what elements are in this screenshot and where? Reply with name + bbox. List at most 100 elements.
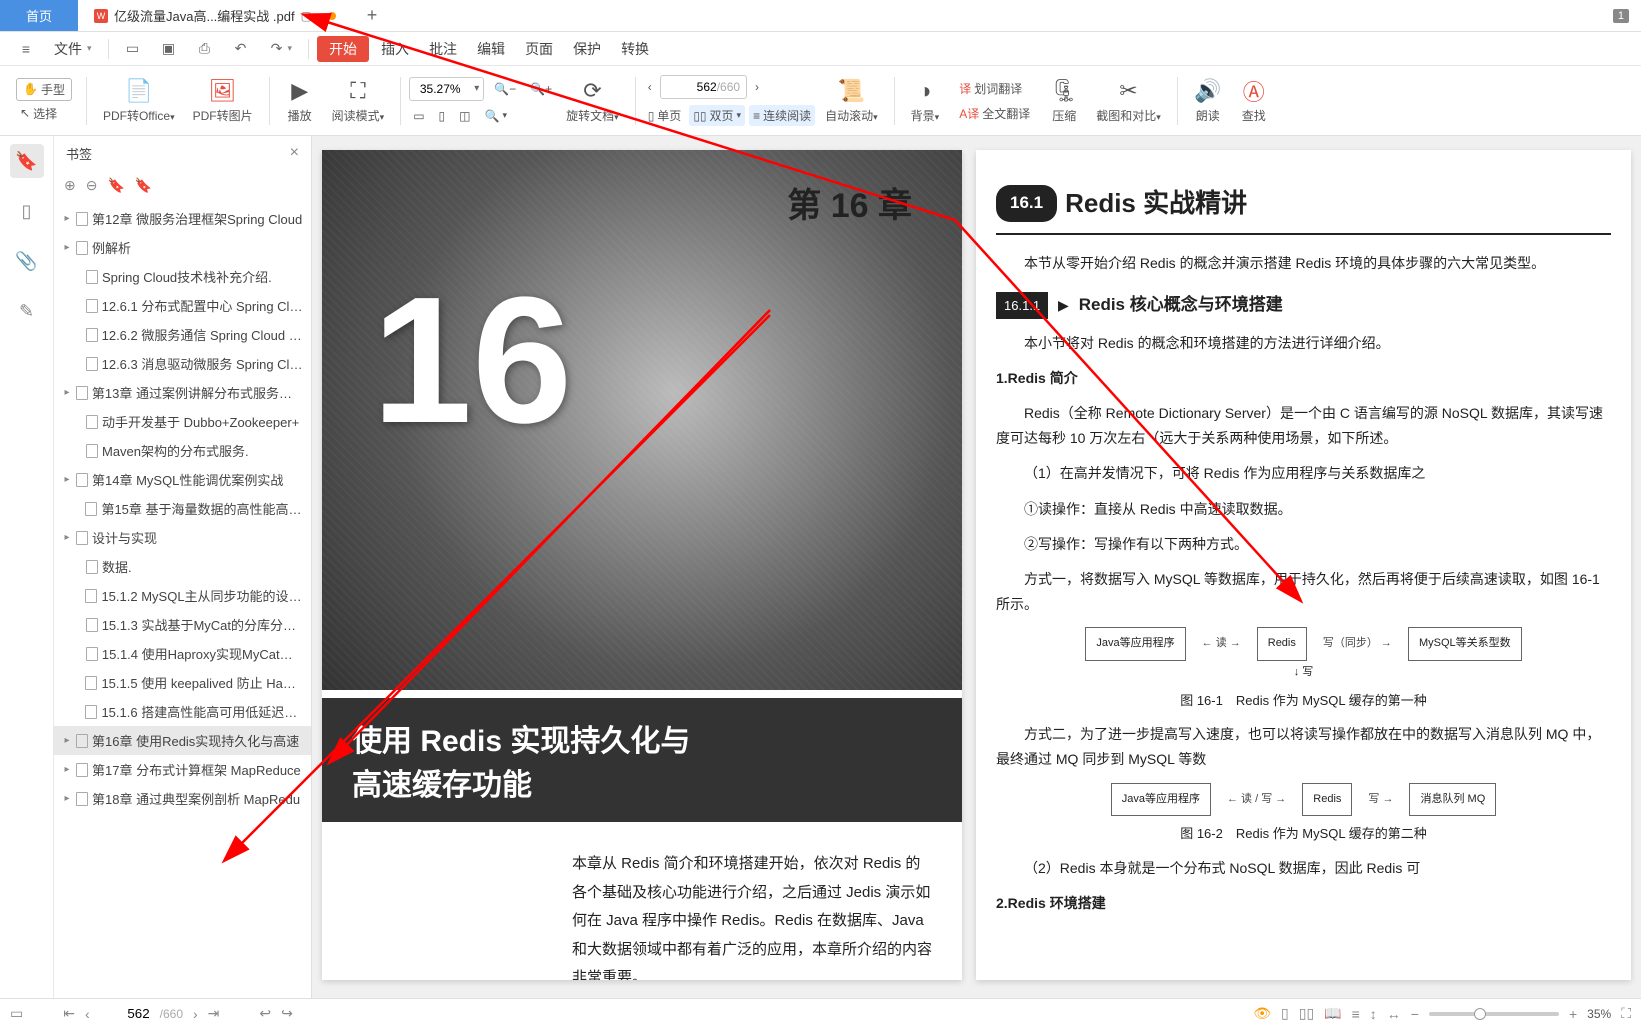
caret-icon[interactable]: ▸ [62,387,72,398]
bookmark-item[interactable]: 数据. [54,552,311,581]
hand-tool[interactable]: ✋手型 [16,78,72,101]
fullscreen-icon[interactable]: ⛶ [1621,1005,1631,1022]
caret-icon[interactable]: ▸ [62,213,72,224]
bookmark-item[interactable]: Maven架构的分布式服务. [54,436,311,465]
zoom-out-btm[interactable]: − [1411,1006,1419,1022]
bookmark-item[interactable]: ▸设计与实现 [54,523,311,552]
caret-icon[interactable]: ▸ [62,764,72,775]
zoom-tool[interactable]: 🔍▾ [481,107,511,125]
fit-v-icon[interactable]: ↕ [1370,1006,1377,1022]
bookmark-item[interactable]: 15.1.4 使用Haproxy实现MyCat的高 [54,639,311,668]
document-viewer[interactable]: 16 第 16 章 使用 Redis 实现持久化与 高速缓存功能 本章从 Red… [312,136,1641,998]
view-single-icon[interactable]: ▯ [1281,1005,1289,1022]
next-page-icon[interactable]: › [193,1006,198,1022]
last-page-icon[interactable]: ⇥ [208,1005,220,1022]
undo-btn[interactable]: ↶ [225,37,257,61]
menu-start[interactable]: 开始 [317,36,369,62]
add-bookmark-icon[interactable]: ⊕ [64,177,76,194]
menu-file[interactable]: 文件▾ [46,35,100,63]
attachment-rail-icon[interactable]: 📎 [10,244,44,278]
bookmark-item[interactable]: ▸第16章 使用Redis实现持久化与高速 [54,726,311,755]
pdf-to-image[interactable]: 🖼 PDF转图片 [185,73,261,128]
play-btn[interactable]: ▶ 播放 [278,73,322,128]
view-continuous[interactable]: ≡连续阅读 [749,105,815,126]
prev-page-icon[interactable]: ‹ [85,1006,90,1022]
fit-width[interactable]: ▯ [435,107,450,125]
menu-hamburger[interactable]: ≡ [10,37,42,61]
screenshot-btn[interactable]: ✂ 截图和对比▾ [1088,73,1169,128]
zoom-slider[interactable] [1429,1012,1559,1016]
forward-nav-icon[interactable]: ↪ [281,1005,293,1022]
fit-actual[interactable]: ◫ [455,107,474,125]
open-icon-btn[interactable]: ▭ [117,37,149,61]
fit-page[interactable]: ▭ [409,107,428,125]
view-double-icon[interactable]: ▯▯ [1299,1005,1314,1022]
rotate-btn[interactable]: ⟳ 旋转文档▾ [558,73,627,128]
tab-add[interactable]: + [352,0,392,31]
page-input-bottom[interactable] [100,1006,150,1021]
view-cont-icon[interactable]: ≡ [1352,1006,1360,1022]
bookmark-item[interactable]: 第15章 基于海量数据的高性能高可用 [54,494,311,523]
menu-convert[interactable]: 转换 [613,35,657,63]
redo-btn[interactable]: ↷▾ [261,37,301,61]
zoom-field[interactable] [410,82,470,96]
view-single[interactable]: ▯单页 [644,105,686,126]
fit-h-icon[interactable]: ↔ [1387,1006,1401,1022]
slider-thumb[interactable] [1474,1008,1486,1020]
caret-icon[interactable]: ▸ [62,532,72,543]
caret-icon[interactable]: ▸ [62,474,72,485]
menu-protect[interactable]: 保护 [565,35,609,63]
tab-home[interactable]: 首页 [0,0,78,31]
bookmark-item[interactable]: 15.1.6 搭建高性能高可用低延迟的My [54,697,311,726]
bookmark-item[interactable]: 15.1.5 使用 keepalived 防止 Haproxy [54,668,311,697]
signature-rail-icon[interactable]: ✎ [10,294,44,328]
menu-insert[interactable]: 插入 [373,35,417,63]
bookmark-item[interactable]: 15.1.3 实战基于MyCat的分库分表与 [54,610,311,639]
prev-page[interactable]: ‹ [644,78,656,96]
compress-btn[interactable]: 🗜 压缩 [1042,73,1086,128]
word-translate[interactable]: 译划词翻译 [955,78,1034,99]
page-input[interactable] [667,80,717,94]
bookmark-item[interactable]: 12.6.2 微服务通信 Spring Cloud Bus [54,320,311,349]
bookmark-item[interactable]: ▸第14章 MySQL性能调优案例实战 [54,465,311,494]
bookmark-item[interactable]: 15.1.2 MySQL主从同步功能的设计与 [54,581,311,610]
pdf-to-office[interactable]: 📄 PDF转Office▾ [95,73,183,128]
thumbnail-rail-icon[interactable]: ▯ [10,194,44,228]
find-btn[interactable]: Ⓐ 查找 [1232,73,1276,128]
bookmark-item[interactable]: ▸第13章 通过案例讲解分布式服务框架 [54,378,311,407]
zoom-input[interactable]: ▾ [409,77,484,101]
panel-toggle-icon[interactable]: ▭ [10,1005,23,1022]
background-btn[interactable]: ◑ 背景▾ [903,73,948,128]
bookmark-item[interactable]: ▸第17章 分布式计算框架 MapReduce [54,755,311,784]
save-icon-btn[interactable]: ▣ [153,37,185,61]
bookmark-item[interactable]: ▸例解析 [54,233,311,262]
chevron-down-icon[interactable]: ▾ [470,83,483,94]
bookmark-item[interactable]: 12.6.3 消息驱动微服务 Spring Cloud [54,349,311,378]
autoscroll-btn[interactable]: 📜 自动滚动▾ [817,73,886,128]
full-translate[interactable]: A译全文翻译 [955,103,1034,124]
read-mode-btn[interactable]: ⛶ 阅读模式▾ [324,73,393,128]
view-double[interactable]: ▯▯双页▾ [689,105,745,126]
menu-edit[interactable]: 编辑 [469,35,513,63]
tab-file[interactable]: W 亿级流量Java高...编程实战 .pdf ▢ [78,0,352,31]
eye-icon[interactable]: 👁 [1253,1005,1271,1022]
zoom-in-btm[interactable]: + [1569,1006,1577,1022]
bookmark-rail-icon[interactable]: 🔖 [10,144,44,178]
back-nav-icon[interactable]: ↩ [259,1005,271,1022]
view-book-icon[interactable]: 📖 [1324,1005,1341,1022]
bookmark-item[interactable]: ▸第18章 通过典型案例剖析 MapRedu [54,784,311,813]
read-aloud-btn[interactable]: 🔊 朗读 [1186,73,1230,128]
zoom-in[interactable]: 🔍+ [526,80,556,98]
bookmark-item[interactable]: 12.6.1 分布式配置中心 Spring Cloud [54,291,311,320]
remove-bookmark-icon[interactable]: ⊖ [86,177,98,194]
bookmark-item[interactable]: Spring Cloud技术栈补充介绍. [54,262,311,291]
bookmark-tool-icon[interactable]: 🔖 [107,177,124,194]
menu-annotate[interactable]: 批注 [421,35,465,63]
caret-icon[interactable]: ▸ [62,242,72,253]
zoom-out[interactable]: 🔍− [490,80,520,98]
bookmark-item[interactable]: 动手开发基于 Dubbo+Zookeeper+ [54,407,311,436]
bookmark-item[interactable]: ▸第12章 微服务治理框架Spring Cloud [54,204,311,233]
close-icon[interactable]: × [290,144,299,162]
tab-modified-indicator[interactable] [328,12,336,20]
next-page[interactable]: › [751,78,763,96]
